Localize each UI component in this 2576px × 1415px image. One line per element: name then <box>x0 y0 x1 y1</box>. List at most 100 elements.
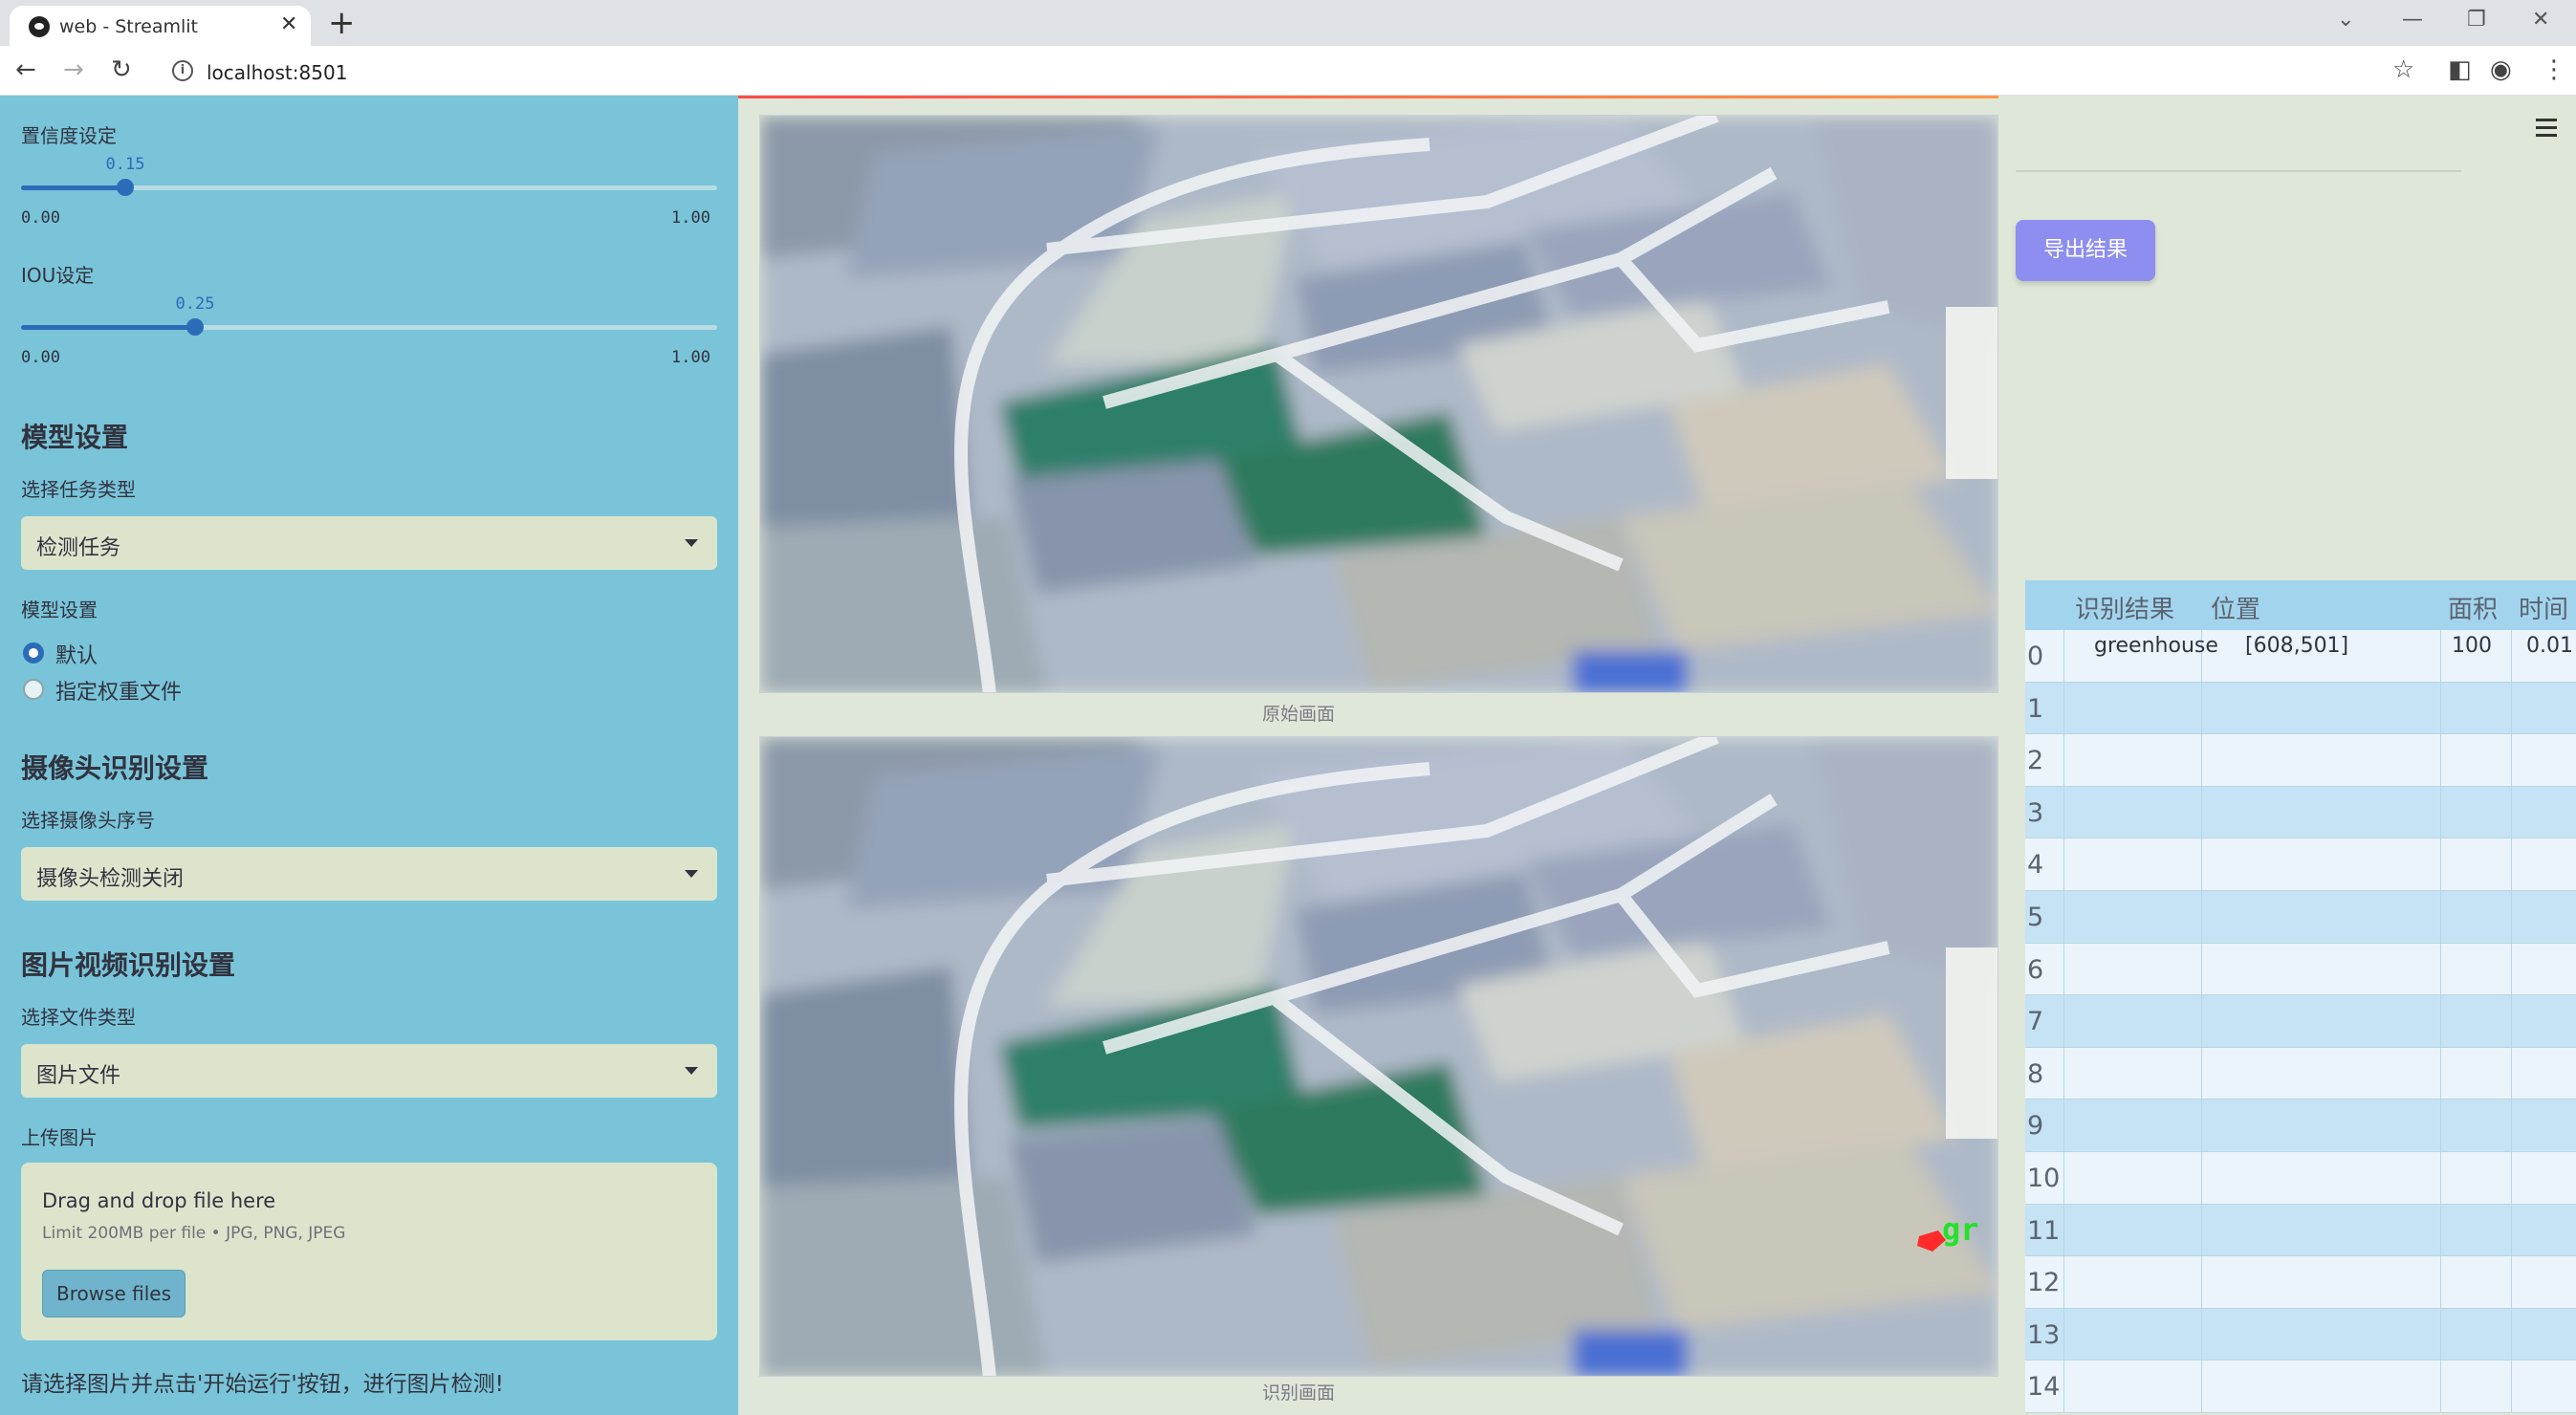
row-index: 0 <box>2027 642 2044 671</box>
result-image: gr <box>759 736 1998 1377</box>
row-index: 1 <box>2027 693 2044 724</box>
column-separator <box>2511 1361 2512 1412</box>
confidence-slider[interactable] <box>21 179 717 196</box>
site-info-icon[interactable]: i <box>172 60 193 81</box>
column-separator <box>2063 891 2064 943</box>
export-results-button[interactable]: 导出结果 <box>2016 220 2155 281</box>
table-row[interactable]: 2 <box>2025 734 2576 787</box>
column-separator <box>2201 734 2202 786</box>
bookmark-star-icon[interactable]: ☆ <box>2392 55 2414 84</box>
back-icon[interactable]: ← <box>15 55 36 84</box>
column-separator <box>2511 891 2512 943</box>
column-separator <box>2063 995 2064 1047</box>
browser-menu-icon[interactable]: ⋮ <box>2542 55 2566 84</box>
detection-label: gr <box>1942 1211 1979 1248</box>
radio-custom-weights-label[interactable]: 指定权重文件 <box>55 675 182 706</box>
chevron-down-icon <box>685 870 698 878</box>
radio-default-label[interactable]: 默认 <box>55 639 98 669</box>
column-separator <box>2063 1204 2064 1256</box>
address-bar[interactable]: i localhost:8501 <box>157 54 2394 90</box>
table-row[interactable]: 14 <box>2025 1361 2576 1413</box>
row-index: 10 <box>2027 1164 2061 1193</box>
iou-label: IOU设定 <box>21 264 95 287</box>
table-row[interactable]: 0 greenhouse [608,501] 100 0.01 <box>2025 630 2576 683</box>
column-separator <box>2511 1204 2512 1256</box>
column-separator <box>2063 1256 2064 1308</box>
column-separator <box>2201 682 2202 734</box>
table-row[interactable]: 3 <box>2025 786 2576 839</box>
close-tab-icon[interactable]: ✕ <box>280 12 297 36</box>
minimize-icon[interactable]: — <box>2402 8 2423 32</box>
browse-files-button[interactable]: Browse files <box>42 1270 186 1317</box>
forward-icon[interactable]: → <box>63 55 84 84</box>
file-uploader-dropzone[interactable]: Drag and drop file here Limit 200MB per … <box>21 1163 717 1340</box>
restore-icon[interactable]: ❐ <box>2467 8 2486 32</box>
table-row[interactable]: 1 <box>2025 682 2576 735</box>
radio-default[interactable] <box>23 642 44 664</box>
row-index: 4 <box>2027 850 2044 881</box>
column-separator <box>2511 1308 2512 1361</box>
row-index: 7 <box>2027 1007 2044 1037</box>
column-separator <box>2201 1256 2202 1308</box>
table-row[interactable]: 10 <box>2025 1152 2576 1205</box>
row-index: 5 <box>2027 903 2044 932</box>
side-panel-icon[interactable]: ◧ <box>2448 55 2472 84</box>
column-separator <box>2063 943 2064 995</box>
column-separator <box>2440 734 2441 786</box>
column-separator <box>2511 786 2512 838</box>
column-separator <box>2063 630 2064 682</box>
column-separator <box>2511 1047 2512 1099</box>
row-index: 11 <box>2027 1215 2061 1246</box>
column-separator <box>2440 995 2441 1047</box>
column-separator <box>2201 1308 2202 1361</box>
table-row[interactable]: 7 <box>2025 995 2576 1048</box>
column-separator <box>2201 786 2202 838</box>
column-separator <box>2063 838 2064 890</box>
chevron-down-icon <box>685 539 698 547</box>
table-row[interactable]: 12 <box>2025 1256 2576 1309</box>
confidence-slider-thumb[interactable] <box>117 179 135 196</box>
column-separator <box>2511 1099 2512 1151</box>
camera-index-select[interactable]: 摄像头检测关闭 <box>21 847 717 901</box>
column-separator <box>2063 1047 2064 1099</box>
iou-value: 0.25 <box>175 294 215 314</box>
column-header-time[interactable]: 时间 <box>2519 590 2568 625</box>
table-row[interactable]: 11 <box>2025 1204 2576 1257</box>
radio-custom-weights[interactable] <box>23 679 44 700</box>
column-separator <box>2063 1361 2064 1412</box>
column-separator <box>2063 1152 2064 1204</box>
iou-slider-thumb[interactable] <box>186 318 204 336</box>
column-separator <box>2063 786 2064 838</box>
row-index: 12 <box>2027 1268 2061 1298</box>
iou-slider-fill <box>21 325 195 330</box>
hamburger-menu-icon[interactable] <box>2536 119 2557 142</box>
table-row[interactable]: 4 <box>2025 838 2576 891</box>
iou-slider[interactable] <box>21 318 717 336</box>
table-row[interactable]: 9 <box>2025 1099 2576 1152</box>
table-row[interactable]: 5 <box>2025 891 2576 944</box>
column-header-result[interactable]: 识别结果 <box>2075 590 2174 625</box>
dropzone-limit: Limit 200MB per file • JPG, PNG, JPEG <box>42 1224 346 1243</box>
close-window-icon[interactable]: ✕ <box>2532 8 2549 32</box>
file-type-select[interactable]: 图片文件 <box>21 1044 717 1098</box>
task-type-select[interactable]: 检测任务 <box>21 516 717 570</box>
task-type-label: 选择任务类型 <box>21 478 136 501</box>
browser-tab[interactable]: web - Streamlit ✕ <box>10 6 311 46</box>
column-header-area[interactable]: 面积 <box>2448 590 2498 625</box>
original-image <box>759 115 1998 693</box>
table-row[interactable]: 6 <box>2025 943 2576 996</box>
new-tab-icon[interactable]: + <box>328 4 356 42</box>
table-row[interactable]: 8 <box>2025 1047 2576 1100</box>
reload-icon[interactable]: ↻ <box>111 55 132 84</box>
column-separator <box>2440 1152 2441 1204</box>
column-separator <box>2201 1099 2202 1151</box>
tab-search-icon[interactable]: ⌄ <box>2337 8 2354 32</box>
column-separator <box>2063 1308 2064 1361</box>
column-header-position[interactable]: 位置 <box>2211 590 2260 625</box>
table-row[interactable]: 13 <box>2025 1308 2576 1361</box>
column-separator <box>2201 891 2202 943</box>
profile-avatar-icon[interactable]: ◉ <box>2490 55 2512 84</box>
column-separator <box>2511 734 2512 786</box>
column-separator <box>2511 1256 2512 1308</box>
column-separator <box>2511 995 2512 1047</box>
